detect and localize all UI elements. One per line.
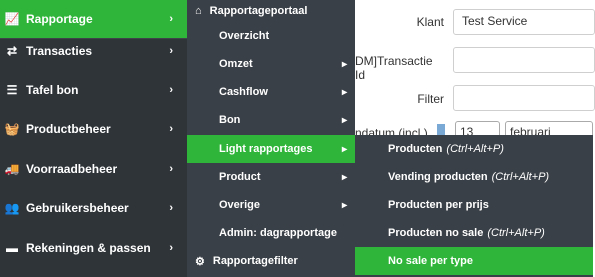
menu-item-label: Light rapportages bbox=[219, 143, 313, 155]
transactie-label: DM]Transactie Id bbox=[355, 54, 433, 82]
menu-item-omzet[interactable]: Omzet ▸ bbox=[187, 50, 355, 78]
chart-line-icon: 📈 bbox=[4, 12, 20, 26]
sidebar-item-rekeningen[interactable]: ▬ Rekeningen & passen › bbox=[0, 229, 187, 267]
chevron-right-icon: › bbox=[169, 13, 173, 25]
shortcut-hint: (Ctrl+Alt+P) bbox=[446, 143, 504, 155]
caret-right-icon: ▸ bbox=[341, 58, 347, 70]
submenu-item-label: Producten bbox=[388, 143, 443, 155]
submenu-item-vending-producten[interactable]: Vending producten (Ctrl+Alt+P) bbox=[355, 163, 593, 191]
transactie-id-input[interactable] bbox=[453, 47, 595, 73]
credit-card-icon: ▬ bbox=[6, 241, 18, 255]
sidebar-item-label: Transacties bbox=[26, 44, 93, 58]
sidebar-item-transacties[interactable]: ⇄ Transacties › bbox=[0, 32, 187, 70]
menu-item-admin-dagrapportage[interactable]: Admin: dagrapportage bbox=[187, 219, 355, 247]
sidebar-item-label: Voorraadbeheer bbox=[26, 162, 118, 176]
menu-header-rapportageportaal[interactable]: ⌂ Rapportageportaal bbox=[187, 0, 355, 22]
caret-right-icon: ▸ bbox=[341, 171, 347, 183]
menu-item-label: Omzet bbox=[219, 58, 253, 70]
list-icon: ☰ bbox=[6, 83, 18, 97]
sidebar-item-label: Rapportage bbox=[26, 12, 93, 26]
submenu-item-producten-no-sale[interactable]: Producten no sale (Ctrl+Alt+P) bbox=[355, 219, 593, 247]
filter-label: Filter bbox=[417, 92, 444, 106]
menu-item-label: Cashflow bbox=[219, 86, 268, 98]
sidebar-item-gebruikersbeheer[interactable]: 👥 Gebruikersbeheer › bbox=[0, 189, 187, 227]
submenu-item-label: Producten per prijs bbox=[388, 199, 489, 211]
sidebar-item-tafel-bon[interactable]: ☰ Tafel bon › bbox=[0, 71, 187, 109]
menu-item-light-rapportages[interactable]: Light rapportages ▸ bbox=[187, 135, 355, 163]
chevron-right-icon: › bbox=[169, 123, 173, 135]
caret-right-icon: ▸ bbox=[341, 86, 347, 98]
sidebar-item-voorraadbeheer[interactable]: 🚚 Voorraadbeheer › bbox=[0, 150, 187, 188]
menu-footer-label: Rapportagefilter bbox=[212, 255, 298, 267]
sliders-icon: ⚙ bbox=[195, 255, 205, 268]
menu-item-label: Product bbox=[219, 171, 261, 183]
menu-item-label: Overzicht bbox=[219, 30, 270, 42]
shortcut-hint: (Ctrl+Alt+P) bbox=[491, 171, 550, 183]
sidebar: 📈 Rapportage › ⇄ Transacties › ☰ Tafel b… bbox=[0, 0, 187, 277]
sidebar-item-label: Tafel bon bbox=[26, 83, 79, 97]
menu-item-cashflow[interactable]: Cashflow ▸ bbox=[187, 78, 355, 106]
caret-right-icon: ▸ bbox=[341, 199, 347, 211]
menu-item-overige[interactable]: Overige ▸ bbox=[187, 191, 355, 219]
chevron-right-icon: › bbox=[169, 163, 173, 175]
submenu-item-no-sale-per-type[interactable]: No sale per type bbox=[355, 247, 593, 275]
menu-footer-rapportagefilter[interactable]: ⚙ Rapportagefilter bbox=[187, 250, 355, 272]
klant-select[interactable]: Test Service bbox=[453, 9, 595, 35]
users-icon: 👥 bbox=[4, 201, 20, 215]
filter-input[interactable] bbox=[453, 85, 595, 111]
menu-item-product[interactable]: Product ▸ bbox=[187, 163, 355, 191]
home-icon: ⌂ bbox=[195, 5, 202, 17]
menu-item-overzicht[interactable]: Overzicht bbox=[187, 22, 355, 50]
klant-label: Klant bbox=[416, 15, 444, 29]
menu-header-label: Rapportageportaal bbox=[209, 5, 308, 17]
basket-icon: 🧺 bbox=[4, 122, 20, 136]
submenu-item-label: Producten no sale bbox=[388, 227, 484, 239]
caret-right-icon: ▸ bbox=[341, 114, 347, 126]
menu-item-label: Admin: dagrapportage bbox=[219, 227, 337, 239]
menu-item-label: Overige bbox=[219, 199, 260, 211]
submenu-item-producten[interactable]: Producten (Ctrl+Alt+P) bbox=[355, 135, 593, 163]
sidebar-item-label: Rekeningen & passen bbox=[26, 241, 151, 255]
exchange-icon: ⇄ bbox=[6, 44, 18, 58]
submenu-item-label: Vending producten bbox=[388, 171, 488, 183]
sidebar-item-label: Productbeheer bbox=[26, 122, 111, 136]
submenu-item-label: No sale per type bbox=[388, 255, 473, 267]
truck-icon: 🚚 bbox=[4, 162, 20, 176]
menu-item-label: Bon bbox=[219, 114, 241, 126]
light-rapportages-submenu: Producten (Ctrl+Alt+P) Vending producten… bbox=[355, 135, 593, 277]
caret-right-icon: ▸ bbox=[341, 143, 347, 155]
chevron-right-icon: › bbox=[169, 202, 173, 214]
chevron-right-icon: › bbox=[169, 84, 173, 96]
sidebar-item-label: Gebruikersbeheer bbox=[26, 201, 129, 215]
chevron-right-icon: › bbox=[169, 45, 173, 57]
rapportage-dropdown: ⌂ Rapportageportaal Overzicht Omzet ▸ Ca… bbox=[187, 0, 355, 277]
sidebar-item-productbeheer[interactable]: 🧺 Productbeheer › bbox=[0, 110, 187, 148]
chevron-right-icon: › bbox=[169, 242, 173, 254]
submenu-item-producten-per-prijs[interactable]: Producten per prijs bbox=[355, 191, 593, 219]
menu-item-bon[interactable]: Bon ▸ bbox=[187, 106, 355, 134]
shortcut-hint: (Ctrl+Alt+P) bbox=[487, 227, 545, 239]
